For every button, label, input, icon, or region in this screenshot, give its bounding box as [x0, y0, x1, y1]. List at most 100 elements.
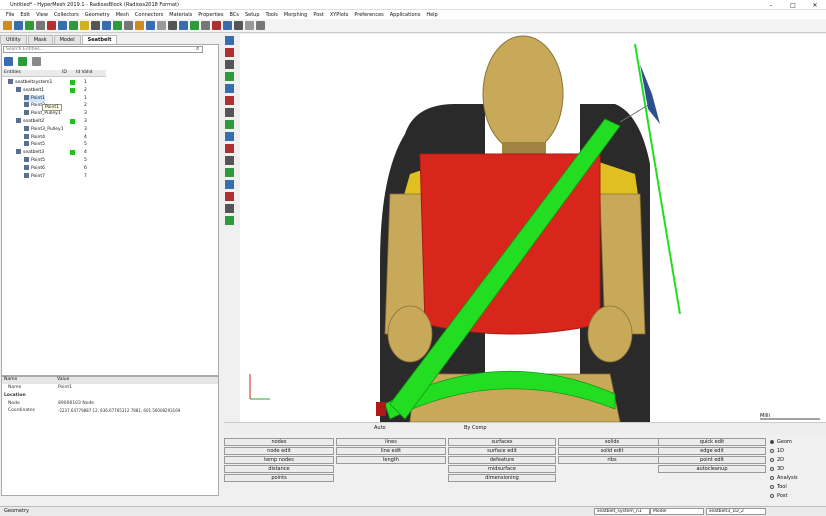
menu-connectors[interactable]: Connectors	[132, 12, 166, 18]
menu-properties[interactable]: Properties	[195, 12, 226, 18]
menu-edit[interactable]: Edit	[17, 12, 33, 18]
tree-row[interactable]: Point4	[24, 133, 45, 141]
minimize-button[interactable]: –	[760, 0, 782, 10]
menu-preferences[interactable]: Preferences	[351, 12, 386, 18]
view-tool-icon[interactable]	[225, 132, 234, 141]
panel-button-solid-edit[interactable]: solid edit	[558, 447, 666, 455]
view-tool-icon[interactable]	[225, 216, 234, 225]
toolbar-tool-icon[interactable]	[47, 21, 56, 30]
toolbar-tool-icon[interactable]	[256, 21, 265, 30]
bycomp-dropdown[interactable]: By Comp	[464, 425, 487, 431]
status-component[interactable]: seatbelt_system_n1	[594, 508, 650, 515]
panel-button-length[interactable]: length	[336, 456, 446, 464]
tree-row[interactable]: Point3_Pulley1	[24, 125, 64, 133]
tree-row[interactable]: Point_Pulley1	[24, 110, 61, 117]
panel-button-surface-edit[interactable]: surface edit	[448, 447, 556, 455]
panel-button-line-edit[interactable]: line edit	[336, 447, 446, 455]
toolbar-tool-icon[interactable]	[234, 21, 243, 30]
tree-row[interactable]: seatbeltsystem1	[8, 79, 52, 86]
toolbar-tool-icon[interactable]	[102, 21, 111, 30]
toolbar-tool-icon[interactable]	[3, 21, 12, 30]
toolbar-tool-icon[interactable]	[80, 21, 89, 30]
menu-morphing[interactable]: Morphing	[281, 12, 311, 18]
graphics-viewport[interactable]: Milli	[240, 34, 826, 422]
toolbar-tool-icon[interactable]	[179, 21, 188, 30]
view-tool-icon[interactable]	[225, 96, 234, 105]
panel-button-node-edit[interactable]: node edit	[224, 447, 334, 455]
tab-model[interactable]: Model	[53, 35, 81, 44]
tree-row[interactable]: seatbelt2	[16, 118, 44, 125]
toolbar-tool-icon[interactable]	[168, 21, 177, 30]
view-tool-icon[interactable]	[225, 144, 234, 153]
toolbar-tool-icon[interactable]	[212, 21, 221, 30]
panel-button-quick-edit[interactable]: quick edit	[658, 438, 766, 446]
page-radio-analysis[interactable]: Analysis	[770, 475, 798, 481]
panel-button-autocleanup[interactable]: autocleanup	[658, 465, 766, 473]
prop-section-location[interactable]: Location	[4, 393, 26, 398]
panel-button-defeature[interactable]: defeature	[448, 456, 556, 464]
toolbar-tool-icon[interactable]	[36, 21, 45, 30]
view-tool-icon[interactable]	[225, 84, 234, 93]
view-tool-icon[interactable]	[225, 72, 234, 81]
panel-button-nodes[interactable]: nodes	[224, 438, 334, 446]
prop-name-value[interactable]: Point1	[58, 385, 72, 390]
tree-row[interactable]: Point5	[24, 157, 45, 164]
filter-icon[interactable]	[32, 57, 41, 66]
panel-button-temp-nodes[interactable]: temp nodes	[224, 456, 334, 464]
menu-tools[interactable]: Tools	[263, 12, 281, 18]
view-tool-icon[interactable]	[225, 204, 234, 213]
toolbar-tool-icon[interactable]	[146, 21, 155, 30]
tree-row[interactable]: Point6	[24, 164, 45, 172]
toolbar-tool-icon[interactable]	[157, 21, 166, 30]
view-tool-icon[interactable]	[225, 60, 234, 69]
page-radio-3d[interactable]: 3D	[770, 466, 784, 472]
view-tool-icon[interactable]	[225, 108, 234, 117]
menu-view[interactable]: View	[33, 12, 51, 18]
toolbar-tool-icon[interactable]	[58, 21, 67, 30]
panel-button-solids[interactable]: solids	[558, 438, 666, 446]
tree-row[interactable]: seatbelt1	[16, 86, 44, 94]
color-swatch[interactable]	[70, 119, 75, 124]
view-tool-icon[interactable]	[225, 36, 234, 45]
tree-row[interactable]: seatbelt3	[16, 149, 44, 156]
menu-setup[interactable]: Setup	[242, 12, 263, 18]
page-radio-geom[interactable]: Geom	[770, 439, 792, 445]
menu-bcs[interactable]: BCs	[227, 12, 242, 18]
header-entities[interactable]: Entities	[2, 70, 62, 76]
page-radio-post[interactable]: Post	[770, 493, 787, 499]
toolbar-tool-icon[interactable]	[25, 21, 34, 30]
panel-button-midsurface[interactable]: midsurface	[448, 465, 556, 473]
tab-seatbelt[interactable]: Seatbelt	[81, 35, 118, 44]
panel-button-lines[interactable]: lines	[336, 438, 446, 446]
search-icon[interactable]: ⌕	[196, 46, 202, 53]
header-id-valid[interactable]: Id Valid	[76, 70, 92, 76]
status-current-entity[interactable]: seatbelt3_1D_2	[706, 508, 766, 515]
tab-mask[interactable]: Mask	[27, 35, 53, 44]
menu-geometry[interactable]: Geometry	[82, 12, 113, 18]
toolbar-tool-icon[interactable]	[201, 21, 210, 30]
menu-applications[interactable]: Applications	[387, 12, 424, 18]
toolbar-tool-icon[interactable]	[223, 21, 232, 30]
menu-help[interactable]: Help	[423, 12, 440, 18]
tree-row[interactable]: Point7	[24, 172, 45, 180]
search-input[interactable]: Search Entities...	[3, 46, 203, 53]
page-radio-tool[interactable]: Tool	[770, 484, 787, 490]
color-swatch[interactable]	[70, 150, 75, 156]
panel-button-dimensioning[interactable]: dimensioning	[448, 474, 556, 482]
menu-collectors[interactable]: Collectors	[51, 12, 82, 18]
close-button[interactable]: ✕	[804, 0, 826, 10]
toolbar-tool-icon[interactable]	[190, 21, 199, 30]
header-id[interactable]: ID	[62, 70, 76, 76]
page-radio-1d[interactable]: 1D	[770, 448, 784, 454]
menu-materials[interactable]: Materials	[166, 12, 195, 18]
panel-button-distance[interactable]: distance	[224, 465, 334, 473]
color-swatch[interactable]	[70, 87, 75, 93]
menu-file[interactable]: File	[3, 12, 17, 18]
panel-button-edge-edit[interactable]: edge edit	[658, 447, 766, 455]
toolbar-tool-icon[interactable]	[91, 21, 100, 30]
seatbelt-create-icon[interactable]	[4, 57, 13, 66]
view-tool-icon[interactable]	[225, 48, 234, 57]
maximize-button[interactable]: □	[782, 0, 804, 10]
panel-button-surfaces[interactable]: surfaces	[448, 438, 556, 446]
view-tool-icon[interactable]	[225, 192, 234, 201]
